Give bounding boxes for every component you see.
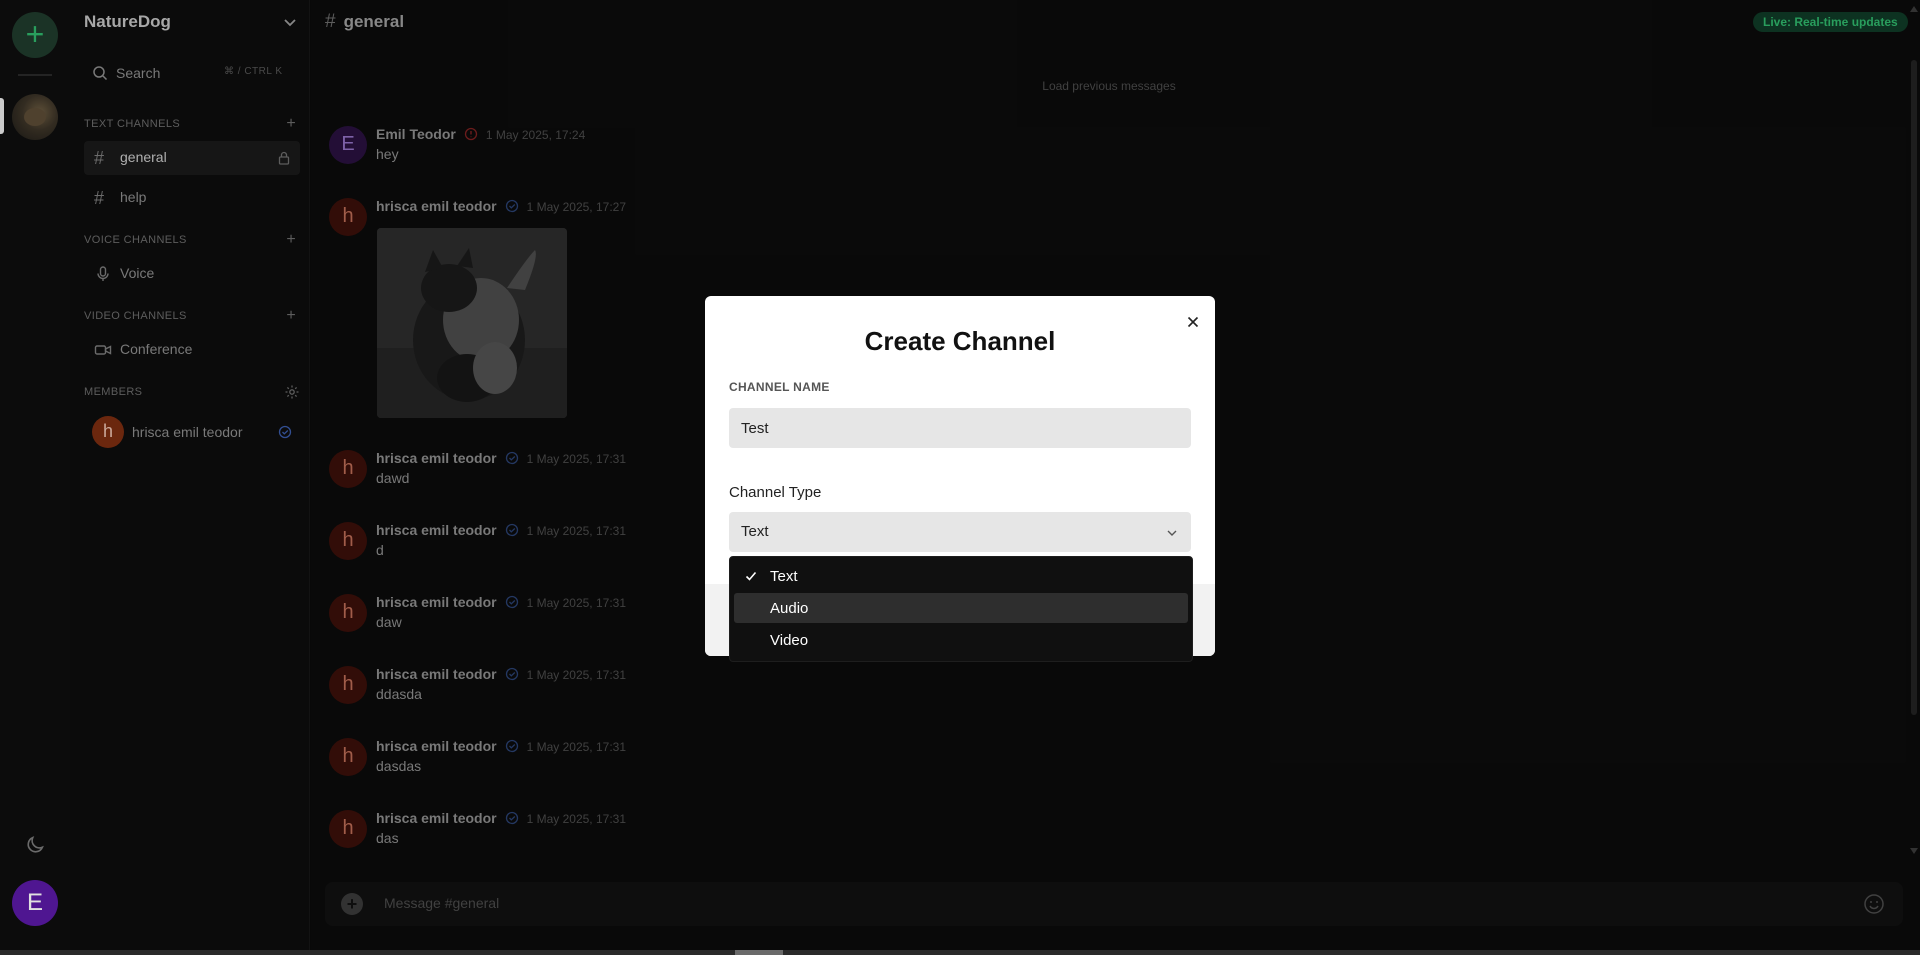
channel-type-select[interactable]: Text — [729, 512, 1191, 552]
dialog-title: Create Channel — [864, 326, 1056, 356]
check-icon — [745, 571, 757, 581]
bottom-edge-bar — [0, 950, 1920, 955]
option-label: Audio — [770, 600, 809, 617]
channel-type-label: Channel Type — [729, 484, 822, 501]
option-audio[interactable]: Audio — [734, 593, 1188, 623]
option-text[interactable]: Text — [734, 561, 1188, 591]
option-video[interactable]: Video — [734, 625, 1188, 655]
channel-type-value: Text — [741, 523, 769, 540]
option-label: Video — [770, 632, 809, 649]
option-label: Text — [770, 568, 798, 585]
channel-type-dropdown: Text Audio Video — [729, 556, 1193, 662]
channel-name-label: CHANNEL NAME — [729, 380, 830, 394]
channel-name-input[interactable] — [729, 408, 1191, 448]
chevron-down-icon — [1167, 530, 1177, 536]
bottom-edge-marker — [735, 950, 783, 955]
